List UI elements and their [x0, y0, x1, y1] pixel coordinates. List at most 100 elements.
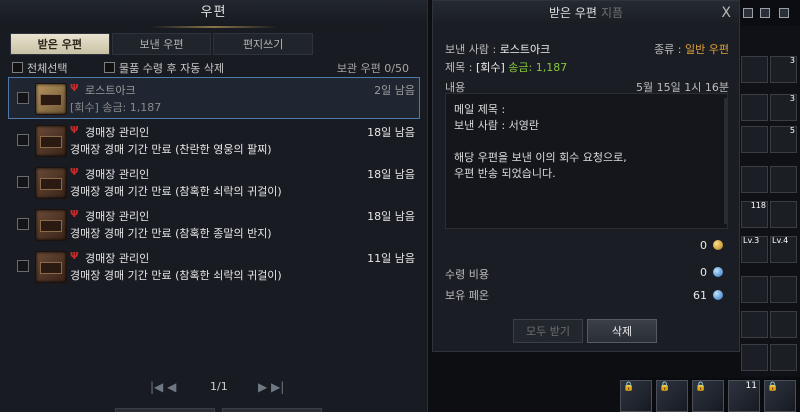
mail-subject: 경매장 경매 기간 만료 (참혹한 종말의 반지): [70, 227, 272, 240]
lock-icon: 🔒: [767, 382, 779, 392]
mail-tabs: 받은 우편 보낸 우편 편지쓰기: [10, 33, 315, 55]
mail-remaining: 18일 남음: [367, 168, 415, 181]
owned-row: 보유 페온: [445, 287, 729, 303]
subject-value: 송금: 1,187: [508, 61, 568, 74]
inventory-slot[interactable]: [770, 344, 797, 371]
lock-icon: 🔒: [623, 382, 635, 392]
mail-sender: 경매장 관리인: [85, 210, 150, 223]
slot-level: Lv.4: [772, 236, 789, 245]
sender-emblem-icon: Ψ: [70, 167, 79, 178]
inventory-slot[interactable]: 3: [770, 56, 797, 83]
sort-icon[interactable]: [779, 8, 789, 18]
quick-slot[interactable]: 🔒: [656, 380, 688, 412]
inventory-slot[interactable]: 3: [770, 94, 797, 121]
lock-icon: 🔒: [659, 382, 671, 392]
quick-slot[interactable]: 11: [728, 380, 760, 412]
tab-sent[interactable]: 보낸 우편: [111, 33, 212, 55]
gold-coin-icon: [713, 240, 723, 250]
slot-count: 3: [789, 56, 795, 65]
mail-options: 전체선택 물품 수령 후 자동 삭제 보관 우편 0/50: [12, 60, 417, 76]
slot-count: 3: [789, 94, 795, 103]
inventory-slot[interactable]: Lv.4: [770, 236, 797, 263]
select-all-option[interactable]: 전체선택: [12, 60, 67, 76]
page-indicator: 1/1: [210, 380, 228, 393]
chest-icon: [35, 209, 67, 241]
quick-slot[interactable]: 🔒: [620, 380, 652, 412]
type-label: 종류 :: [654, 43, 682, 56]
mail-checkbox[interactable]: [17, 260, 29, 272]
mail-row[interactable]: Ψ 경매장 관리인 경매장 경매 기간 만료 (참혹한 쇠락의 귀걸이) 11일…: [8, 245, 420, 287]
slot-count: 118: [750, 201, 766, 210]
chest-icon: [35, 251, 67, 283]
mail-checkbox[interactable]: [17, 92, 29, 104]
quick-slot-count: 11: [745, 381, 757, 391]
inventory-slot[interactable]: [770, 276, 797, 303]
inventory-slot[interactable]: [770, 311, 797, 338]
sender-emblem-icon: Ψ: [70, 83, 79, 94]
detail-title: 받은 우편: [548, 6, 597, 20]
tab-compose[interactable]: 편지쓰기: [213, 33, 314, 55]
mail-row[interactable]: Ψ 로스트아크 [회수] 송금: 1,187 2일 남음: [8, 77, 420, 119]
next-page-button[interactable]: ▶ ▶|: [258, 380, 284, 394]
mail-remaining: 18일 남음: [367, 210, 415, 223]
settings-icon[interactable]: [743, 8, 753, 18]
mail-list: Ψ 로스트아크 [회수] 송금: 1,187 2일 남음 Ψ 경매장 관리인 경…: [8, 77, 420, 287]
mail-remaining: 11일 남음: [367, 252, 415, 265]
sender-emblem-icon: Ψ: [70, 209, 79, 220]
detail-header: 받은 우편 지픔 X: [433, 1, 739, 25]
mail-subject: 경매장 경매 기간 만료 (찬란한 영웅의 팔찌): [70, 143, 272, 156]
mail-panel-title: 우편: [0, 0, 427, 26]
auto-delete-checkbox[interactable]: [104, 62, 115, 73]
attached-gold: 0: [700, 239, 723, 252]
tab-inbox[interactable]: 받은 우편: [10, 33, 110, 55]
body-line: 우편 반송 되었습니다.: [454, 167, 556, 180]
inventory-slot[interactable]: Lv.3: [741, 236, 768, 263]
sender-row: 보낸 사람 : 로스트아크 종류 : 일반 우편: [445, 41, 729, 57]
auto-delete-option[interactable]: 물품 수령 후 자동 삭제: [104, 60, 224, 76]
delete-button[interactable]: 삭제: [587, 319, 657, 343]
inventory-slot[interactable]: [741, 56, 768, 83]
prev-page-button[interactable]: |◀ ◀: [150, 380, 176, 394]
inventory-toolbar: [741, 0, 800, 26]
quick-slot[interactable]: 🔒: [692, 380, 724, 412]
body-scrollbar[interactable]: [724, 98, 728, 224]
mail-row[interactable]: Ψ 경매장 관리인 경매장 경매 기간 만료 (참혹한 쇠락의 귀걸이) 18일…: [8, 161, 420, 203]
owned-pheon: 61: [693, 289, 723, 302]
mail-subject: 경매장 경매 기간 만료 (참혹한 쇠락의 귀걸이): [70, 269, 282, 282]
inventory-slot[interactable]: [770, 201, 797, 228]
close-icon[interactable]: X: [721, 1, 731, 25]
mail-checkbox[interactable]: [17, 176, 29, 188]
slot-count: 5: [789, 126, 795, 135]
cards-icon[interactable]: [760, 8, 770, 18]
inventory-slot[interactable]: [741, 311, 768, 338]
inventory-slot[interactable]: 5: [770, 126, 797, 153]
bottom-button-left[interactable]: [115, 408, 215, 412]
select-all-checkbox[interactable]: [12, 62, 23, 73]
inventory-slot[interactable]: [741, 344, 768, 371]
title-ornament: [150, 26, 277, 28]
receive-cost-label: 수령 비용: [445, 268, 489, 281]
inventory-slot[interactable]: [741, 276, 768, 303]
receive-cost: 0: [700, 266, 723, 279]
inventory-slot[interactable]: [741, 94, 768, 121]
mail-row[interactable]: Ψ 경매장 관리인 경매장 경매 기간 만료 (참혹한 종말의 반지) 18일 …: [8, 203, 420, 245]
subject-row: 제목 : [회수] 송금: 1,187: [445, 59, 729, 75]
storage-count: 보관 우편 0/50: [336, 62, 409, 75]
bottom-button-right[interactable]: [222, 408, 322, 412]
type-value: 일반 우편: [685, 43, 729, 56]
body-line: 해당 우편을 보낸 이의 회수 요청으로,: [454, 151, 627, 164]
inventory-slot[interactable]: 118: [741, 201, 768, 228]
mail-row[interactable]: Ψ 경매장 관리인 경매장 경매 기간 만료 (찬란한 영웅의 팔찌) 18일 …: [8, 119, 420, 161]
inventory-slot[interactable]: [741, 126, 768, 153]
lock-icon: 🔒: [695, 382, 707, 392]
mail-checkbox[interactable]: [17, 218, 29, 230]
inventory-slot[interactable]: [770, 166, 797, 193]
inventory-slot[interactable]: [741, 166, 768, 193]
sender-value: 로스트아크: [499, 43, 551, 56]
receive-all-button[interactable]: 모두 받기: [513, 319, 583, 343]
quick-slot[interactable]: 🔒: [764, 380, 796, 412]
sender-emblem-icon: Ψ: [70, 251, 79, 262]
receive-cost-row: 수령 비용: [445, 266, 729, 282]
body-line: 보낸 사람 : 서영란: [454, 119, 540, 132]
mail-checkbox[interactable]: [17, 134, 29, 146]
